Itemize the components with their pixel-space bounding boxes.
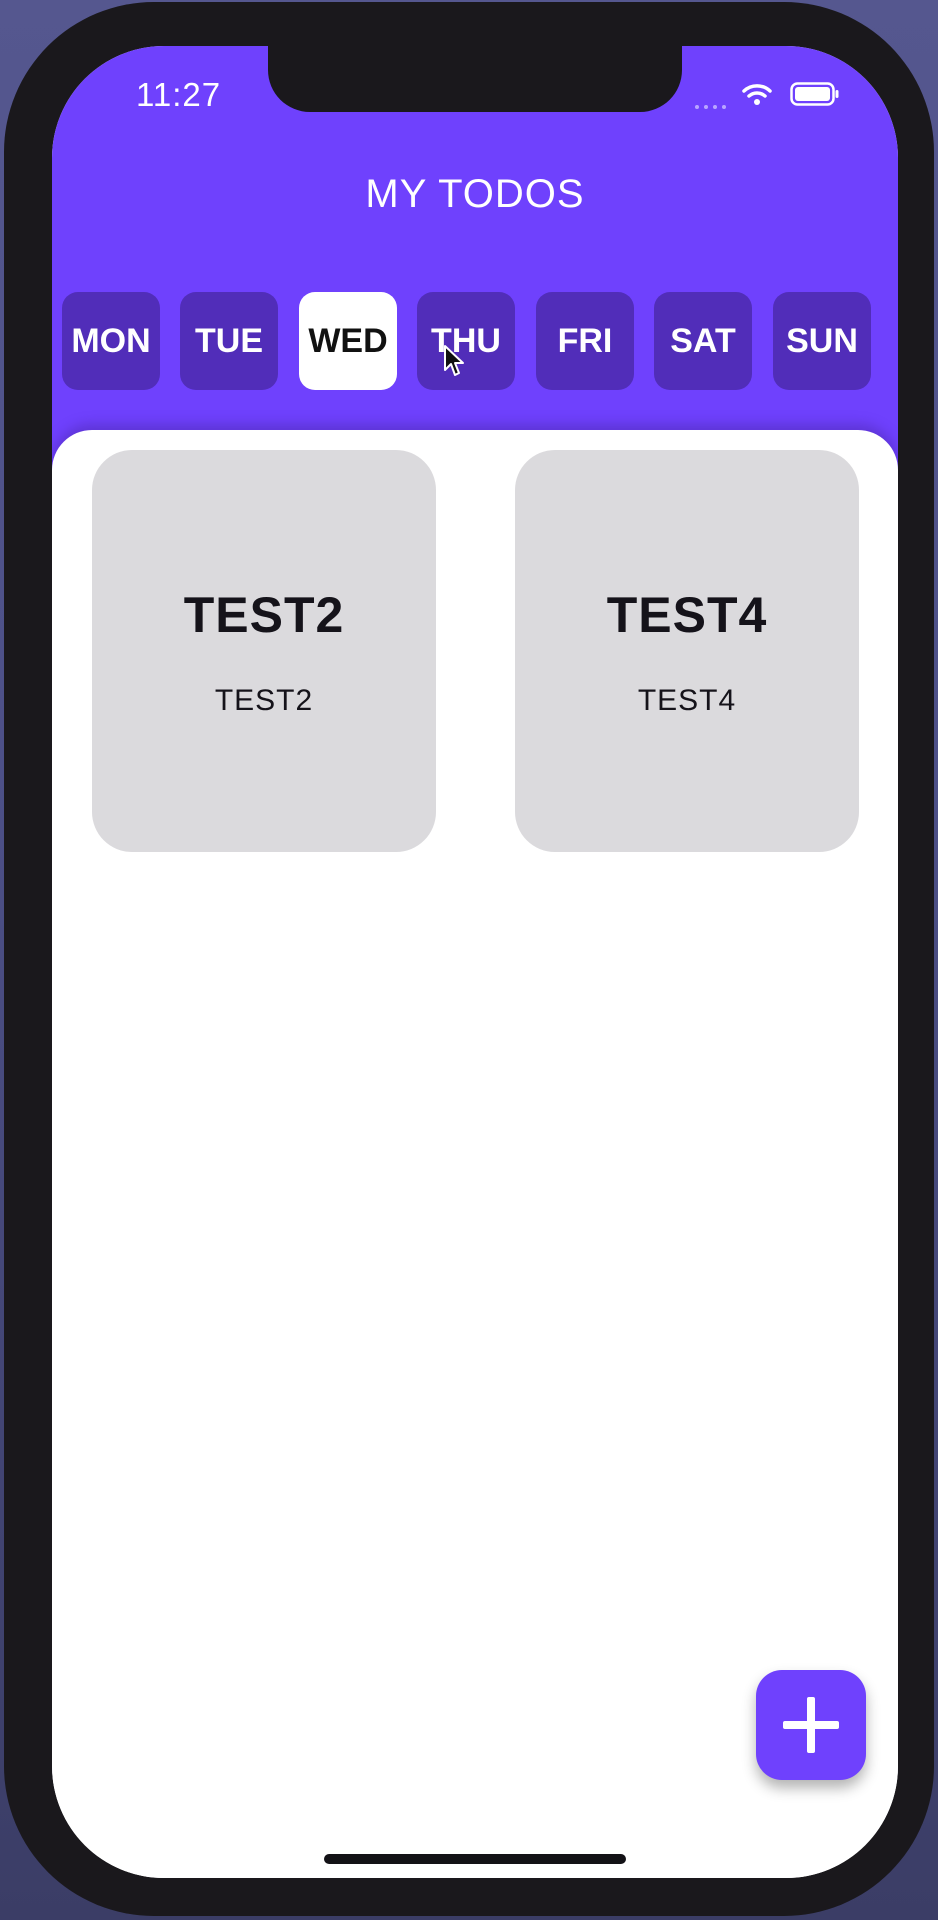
wifi-icon bbox=[742, 84, 772, 105]
home-indicator[interactable] bbox=[324, 1854, 626, 1864]
camera-notch bbox=[268, 46, 682, 112]
tab-mon[interactable]: MON bbox=[62, 292, 160, 390]
tab-fri[interactable]: FRI bbox=[536, 292, 634, 390]
tab-wed[interactable]: WED bbox=[299, 292, 397, 390]
todo-card[interactable]: TEST2 TEST2 bbox=[92, 450, 436, 852]
app-header: 11:27 MY TODOS MON TUE WED THU FRI SAT S… bbox=[52, 46, 898, 486]
page-title: MY TODOS bbox=[365, 172, 585, 216]
mouse-cursor-icon bbox=[444, 345, 464, 376]
tab-sun[interactable]: SUN bbox=[773, 292, 871, 390]
tab-sat[interactable]: SAT bbox=[654, 292, 752, 390]
battery-icon bbox=[790, 82, 839, 106]
todo-description: TEST4 bbox=[637, 684, 737, 717]
plus-icon bbox=[783, 1697, 839, 1753]
todo-card[interactable]: TEST4 TEST4 bbox=[515, 450, 859, 852]
todo-title: TEST4 bbox=[606, 587, 768, 643]
tab-tue[interactable]: TUE bbox=[180, 292, 278, 390]
todo-list-panel: TEST2 TEST2 TEST4 TEST4 bbox=[52, 430, 898, 1878]
tab-thu[interactable]: THU bbox=[417, 292, 515, 390]
day-tab-bar: MON TUE WED THU FRI SAT SUN bbox=[62, 292, 892, 390]
phone-frame: 11:27 MY TODOS MON TUE WED THU FRI SAT S… bbox=[4, 2, 934, 1916]
todo-title: TEST2 bbox=[183, 587, 345, 643]
status-time: 11:27 bbox=[136, 76, 222, 113]
todo-description: TEST2 bbox=[214, 684, 314, 717]
app-screen: 11:27 MY TODOS MON TUE WED THU FRI SAT S… bbox=[52, 46, 898, 1878]
add-todo-button[interactable] bbox=[756, 1670, 866, 1780]
cellular-signal-icon bbox=[695, 105, 726, 109]
